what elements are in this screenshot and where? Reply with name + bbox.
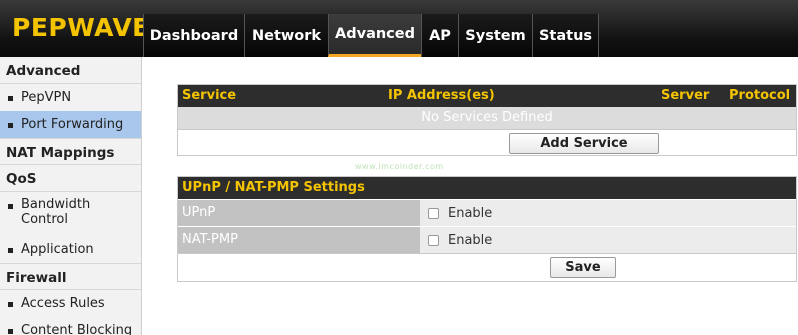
table-header: Service IP Address(es) Server Protocol — [178, 85, 796, 107]
add-service-row: Add Service — [178, 129, 796, 155]
sidebar-heading-advanced[interactable]: Advanced — [0, 57, 141, 84]
upnp-row: UPnP Enable — [178, 199, 796, 226]
port-forwarding-table: Service IP Address(es) Server Protocol N… — [177, 84, 797, 156]
save-button[interactable]: Save — [550, 257, 616, 278]
sidebar-item-label: Content Blocking — [21, 323, 133, 335]
upnp-enable-checkbox[interactable] — [428, 207, 439, 219]
top-bar: PEPWAVE Dashboard Network Advanced AP Sy… — [0, 0, 798, 57]
sidebar-item-label: PepVPN — [21, 90, 72, 105]
sidebar-item-label: Port Forwarding — [21, 117, 124, 132]
upnp-settings-header: UPnP / NAT-PMP Settings — [178, 177, 796, 199]
sidebar: Advanced PepVPN Port Forwarding NAT Mapp… — [0, 57, 142, 335]
column-header-service: Service — [182, 88, 237, 103]
bullet-icon — [8, 302, 13, 307]
tab-system[interactable]: System — [458, 14, 532, 57]
tab-network[interactable]: Network — [244, 14, 328, 57]
sidebar-item-pepvpn[interactable]: PepVPN — [0, 84, 141, 111]
tab-ap[interactable]: AP — [421, 14, 458, 57]
nat-pmp-enable-checkbox[interactable] — [428, 234, 439, 246]
empty-services-row: No Services Defined — [178, 107, 796, 129]
column-header-server: Server — [661, 88, 710, 103]
add-service-button[interactable]: Add Service — [509, 133, 659, 154]
tab-status[interactable]: Status — [532, 14, 599, 57]
sidebar-item-bandwidth-control[interactable]: Bandwidth Control — [0, 192, 141, 236]
sidebar-item-content-blocking[interactable]: Content Blocking — [0, 317, 141, 335]
sidebar-heading-nat-mappings[interactable]: NAT Mappings — [0, 138, 141, 165]
bullet-icon — [8, 96, 13, 101]
sidebar-item-label: Application — [21, 242, 94, 257]
main-nav: Dashboard Network Advanced AP System Sta… — [143, 14, 599, 57]
nat-pmp-label: NAT-PMP — [178, 227, 420, 253]
sidebar-heading-qos[interactable]: QoS — [0, 165, 141, 192]
column-header-protocol: Protocol — [729, 88, 791, 103]
upnp-label: UPnP — [178, 200, 420, 226]
sidebar-item-label: Control — [21, 212, 68, 227]
bullet-icon — [8, 204, 13, 209]
sidebar-item-label: Bandwidth — [21, 197, 91, 212]
sidebar-item-port-forwarding[interactable]: Port Forwarding — [0, 111, 141, 138]
section-title: UPnP / NAT-PMP Settings — [182, 180, 365, 195]
column-header-ip-addresses: IP Address(es) — [388, 88, 495, 103]
tab-advanced[interactable]: Advanced — [328, 14, 421, 57]
nat-pmp-value: Enable — [420, 227, 796, 253]
nat-pmp-enable-label[interactable]: Enable — [448, 233, 492, 248]
pepwave-logo[interactable]: PEPWAVE — [12, 13, 150, 42]
watermark-text: www.lmcoinder.com — [355, 162, 444, 171]
sidebar-heading-firewall[interactable]: Firewall — [0, 263, 141, 290]
upnp-settings-table: UPnP / NAT-PMP Settings UPnP Enable NAT-… — [177, 176, 797, 282]
sidebar-item-application[interactable]: Application — [0, 236, 141, 263]
bullet-icon — [8, 329, 13, 334]
upnp-enable-label[interactable]: Enable — [448, 206, 492, 221]
upnp-value: Enable — [420, 200, 796, 226]
tab-dashboard[interactable]: Dashboard — [143, 14, 244, 57]
sidebar-item-access-rules[interactable]: Access Rules — [0, 290, 141, 317]
bullet-icon — [8, 248, 13, 253]
nat-pmp-row: NAT-PMP Enable — [178, 226, 796, 253]
sidebar-item-label: Access Rules — [21, 296, 105, 311]
bullet-icon — [8, 123, 13, 128]
save-row: Save — [178, 253, 796, 281]
